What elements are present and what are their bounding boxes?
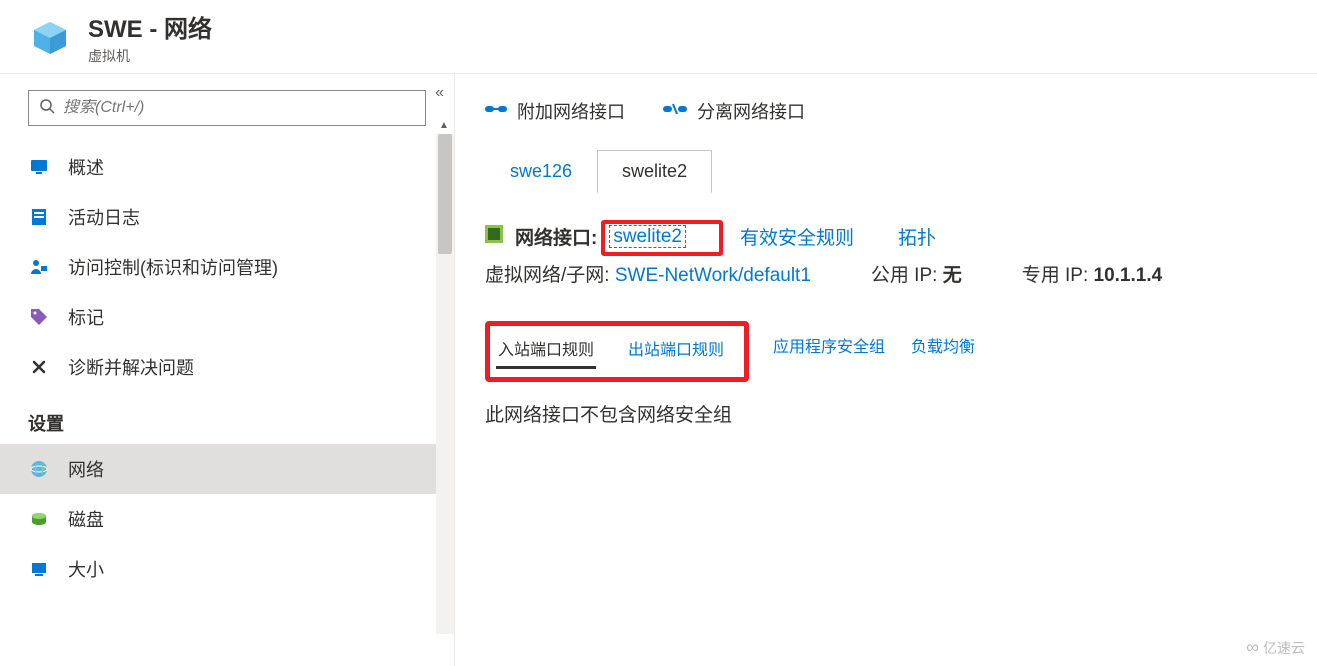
tag-icon	[28, 306, 50, 328]
sidebar-item-size[interactable]: 大小	[0, 544, 454, 594]
sidebar-item-label: 概述	[68, 154, 104, 180]
public-ip-label: 公用 IP:	[871, 265, 938, 286]
highlight-box-rules: 入站端口规则 出站端口规则	[485, 321, 749, 382]
sidebar-item-network[interactable]: 网络	[0, 444, 454, 494]
nic-tabs: swe126 swelite2	[485, 150, 1287, 193]
sidebar-item-label: 磁盘	[68, 506, 104, 532]
empty-nsg-message: 此网络接口不包含网络安全组	[485, 400, 1287, 427]
sidebar-item-overview[interactable]: 概述	[0, 142, 454, 192]
page-title: SWE - 网络	[88, 9, 212, 44]
disk-icon	[28, 508, 50, 530]
nav-list-settings: 网络 磁盘 大小	[0, 444, 454, 594]
private-ip-label: 专用 IP:	[1022, 265, 1089, 286]
iam-icon	[28, 256, 50, 278]
sidebar-item-activity-log[interactable]: 活动日志	[0, 192, 454, 242]
vnet-link[interactable]: SWE-NetWork/default1	[615, 265, 811, 286]
detach-label: 分离网络接口	[697, 98, 805, 124]
sidebar: « 概述 活动日志	[0, 74, 455, 666]
watermark-text: 亿速云	[1263, 638, 1305, 658]
search-icon	[39, 98, 55, 119]
nic-label: 网络接口:	[515, 223, 597, 250]
public-ip-value: 无	[943, 265, 962, 286]
sidebar-item-diagnose[interactable]: 诊断并解决问题	[0, 342, 454, 392]
vm-icon	[30, 18, 70, 58]
sidebar-item-disks[interactable]: 磁盘	[0, 494, 454, 544]
page-subtitle: 虚拟机	[88, 46, 212, 66]
globe-icon	[28, 458, 50, 480]
vnet-label: 虚拟网络/子网:	[485, 265, 610, 286]
attach-icon	[485, 101, 507, 122]
nic-tab-swe126[interactable]: swe126	[485, 150, 597, 193]
sidebar-item-label: 网络	[68, 456, 104, 482]
attach-nic-button[interactable]: 附加网络接口	[485, 98, 625, 124]
infinity-icon: ∞	[1246, 637, 1259, 658]
search-box[interactable]	[28, 90, 426, 126]
search-input[interactable]	[63, 99, 415, 117]
sidebar-item-tags[interactable]: 标记	[0, 292, 454, 342]
nic-name-link[interactable]: swelite2	[609, 225, 686, 248]
sidebar-scrollbar[interactable]: ▲	[436, 134, 454, 634]
sidebar-item-label: 大小	[68, 556, 104, 582]
sidebar-item-label: 诊断并解决问题	[68, 354, 194, 380]
sidebar-item-access-control[interactable]: 访问控制(标识和访问管理)	[0, 242, 454, 292]
collapse-sidebar-button[interactable]: «	[435, 84, 444, 102]
detach-icon	[663, 101, 687, 122]
topology-link[interactable]: 拓扑	[898, 223, 936, 250]
sidebar-item-label: 标记	[68, 304, 104, 330]
rule-tab-outbound[interactable]: 出站端口规则	[626, 330, 726, 369]
nic-tab-swelite2[interactable]: swelite2	[597, 150, 712, 193]
nic-info-block: 网络接口: swelite2 有效安全规则 拓扑 虚拟网络/子网: SWE-Ne…	[485, 223, 1287, 287]
troubleshoot-icon	[28, 356, 50, 378]
attach-label: 附加网络接口	[517, 98, 625, 124]
rule-tab-loadbalancer[interactable]: 负载均衡	[909, 327, 977, 363]
sidebar-item-label: 访问控制(标识和访问管理)	[68, 254, 278, 280]
size-icon	[28, 558, 50, 580]
monitor-icon	[28, 156, 50, 178]
rule-tab-asg[interactable]: 应用程序安全组	[771, 327, 887, 363]
scroll-up-icon[interactable]: ▲	[439, 120, 449, 131]
scrollbar-thumb[interactable]	[438, 134, 452, 254]
main-content: 附加网络接口 分离网络接口 swe126 swelite2 网络接口:	[455, 74, 1317, 666]
watermark: ∞ 亿速云	[1246, 637, 1305, 658]
nav-list: 概述 活动日志 访问控制(标识和访问管理) 标记	[0, 142, 454, 392]
nic-badge-icon	[485, 225, 503, 249]
sidebar-section-settings: 设置	[0, 392, 454, 444]
detach-nic-button[interactable]: 分离网络接口	[663, 98, 805, 124]
title-block: SWE - 网络 虚拟机	[88, 9, 212, 66]
effective-rules-link[interactable]: 有效安全规则	[740, 223, 854, 250]
sidebar-item-label: 活动日志	[68, 204, 140, 230]
private-ip-value: 10.1.1.4	[1094, 265, 1163, 286]
rule-tab-inbound[interactable]: 入站端口规则	[496, 330, 596, 369]
log-icon	[28, 206, 50, 228]
toolbar: 附加网络接口 分离网络接口	[485, 92, 1287, 150]
page-header: SWE - 网络 虚拟机	[0, 0, 1317, 74]
